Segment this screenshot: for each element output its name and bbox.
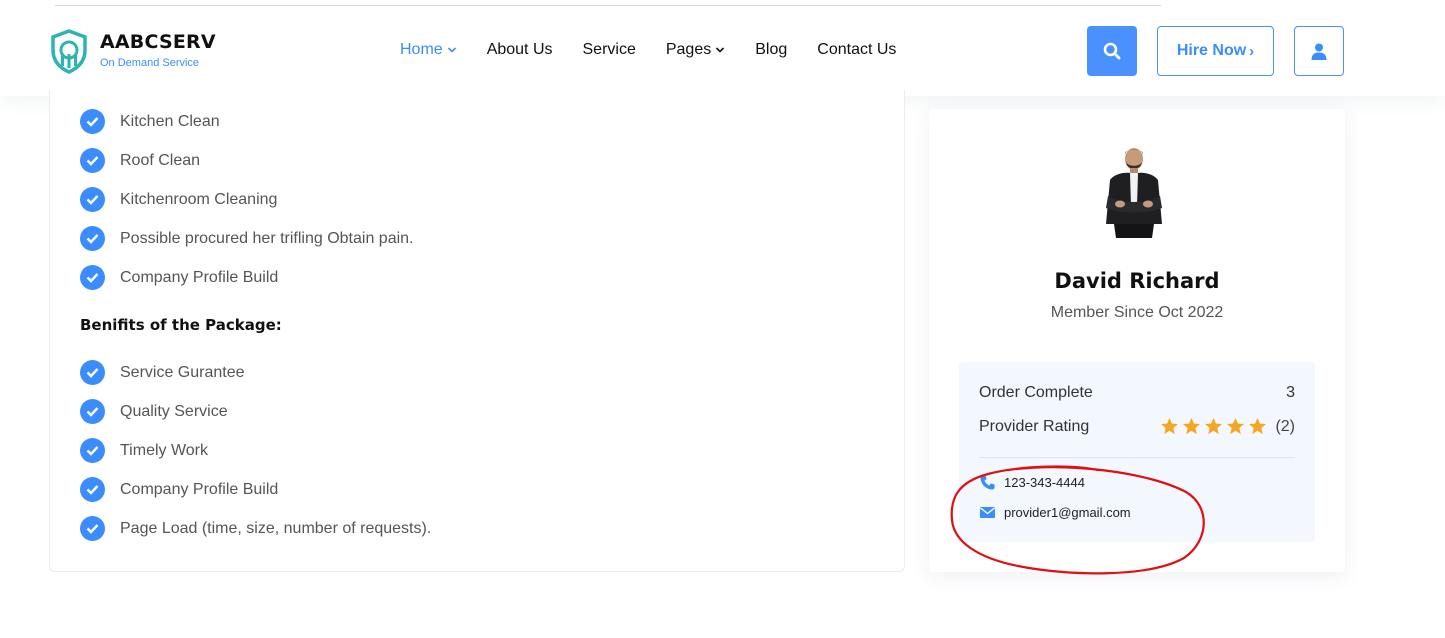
list-item-label: Timely Work	[120, 441, 208, 459]
hire-now-button[interactable]: Hire Now ›	[1157, 26, 1274, 76]
provider-card: David Richard Member Since Oct 2022 Orde…	[929, 109, 1345, 572]
list-item: Service Gurantee	[80, 353, 431, 392]
list-item-label: Company Profile Build	[120, 480, 279, 498]
list-item: Kitchenroom Cleaning	[80, 180, 414, 219]
list-item-label: Roof Clean	[120, 151, 201, 169]
star-icon	[1227, 417, 1245, 435]
rating-stars: (2)	[1160, 417, 1295, 436]
list-item: Kitchen Clean	[80, 102, 414, 141]
list-item: Timely Work	[80, 431, 431, 470]
wrench-shield-logo-icon	[51, 29, 87, 74]
nav-item-contact-us[interactable]: Contact Us	[817, 40, 896, 60]
chevron-right-icon: ›	[1249, 42, 1255, 60]
list-item-label: Company Profile Build	[120, 268, 279, 286]
nav-item-service[interactable]: Service	[583, 40, 636, 60]
check-circle-icon	[80, 109, 105, 134]
brand-name: AABCSERV	[100, 31, 216, 53]
user-account-button[interactable]	[1294, 26, 1344, 76]
nav-item-label: Contact Us	[817, 41, 897, 58]
order-complete-row: Order Complete 3	[979, 384, 1295, 402]
envelope-icon	[980, 507, 995, 518]
nav-item-about-us[interactable]: About Us	[487, 40, 553, 60]
list-item-label: Kitchenroom Cleaning	[120, 190, 278, 208]
user-icon	[1311, 43, 1327, 60]
star-icon	[1183, 417, 1201, 435]
stats-divider	[979, 457, 1295, 458]
provider-phone[interactable]: 123-343-4444	[979, 474, 1085, 491]
search-button[interactable]	[1087, 26, 1137, 76]
benefits-heading: Benifits of the Package:	[80, 316, 282, 334]
rating-count: (2)	[1275, 417, 1295, 435]
package-benefits-list: Service Gurantee Quality Service Timely …	[80, 353, 431, 548]
order-complete-value: 3	[1286, 384, 1295, 401]
package-includes-list: Kitchen Clean Roof Clean Kitchenroom Cle…	[80, 102, 414, 297]
hire-now-label: Hire Now	[1176, 42, 1247, 59]
list-item: Page Load (time, size, number of request…	[80, 509, 431, 548]
check-circle-icon	[80, 438, 105, 463]
list-item-label: Quality Service	[120, 402, 228, 420]
star-icon	[1205, 417, 1223, 435]
nav-item-label: About Us	[486, 41, 553, 58]
nav-item-blog[interactable]: Blog	[755, 40, 787, 60]
nav-item-label: Pages	[665, 41, 712, 58]
list-item: Possible procured her trifling Obtain pa…	[80, 219, 414, 258]
site-header: AABCSERV On Demand Service Home About Us…	[0, 0, 1445, 96]
member-since: Member Since Oct 2022	[1050, 304, 1224, 321]
phone-icon	[980, 475, 995, 490]
star-icon	[1249, 417, 1267, 435]
email-address: provider1@gmail.com	[1004, 505, 1131, 520]
provider-email[interactable]: provider1@gmail.com	[979, 504, 1131, 521]
check-circle-icon	[80, 477, 105, 502]
provider-stats-box: Order Complete 3 Provider Rating (2) 123…	[959, 362, 1315, 542]
check-circle-icon	[80, 148, 105, 173]
star-icon	[1161, 417, 1179, 435]
search-icon	[1103, 42, 1121, 60]
order-complete-label: Order Complete	[979, 384, 1093, 401]
provider-rating-label: Provider Rating	[979, 417, 1090, 435]
chevron-down-icon	[447, 47, 456, 53]
provider-name: David Richard	[1054, 269, 1220, 293]
list-item-label: Possible procured her trifling Obtain pa…	[120, 229, 414, 247]
nav-item-home[interactable]: Home	[400, 40, 457, 60]
list-item-label: Kitchen Clean	[120, 112, 220, 130]
list-item: Roof Clean	[80, 141, 414, 180]
list-item-label: Page Load (time, size, number of request…	[120, 519, 432, 537]
check-circle-icon	[80, 360, 105, 385]
nav-item-label: Service	[582, 41, 636, 58]
list-item: Quality Service	[80, 392, 431, 431]
nav-item-label: Blog	[755, 41, 788, 58]
phone-number: 123-343-4444	[1004, 475, 1085, 490]
list-item: Company Profile Build	[80, 470, 431, 509]
top-divider	[55, 5, 1161, 6]
check-circle-icon	[80, 399, 105, 424]
check-circle-icon	[80, 516, 105, 541]
check-circle-icon	[80, 265, 105, 290]
provider-rating-row: Provider Rating (2)	[979, 417, 1295, 436]
list-item: Company Profile Build	[80, 258, 414, 297]
nav-item-pages[interactable]: Pages	[666, 40, 725, 60]
check-circle-icon	[80, 187, 105, 212]
provider-avatar[interactable]	[1100, 144, 1168, 240]
brand-tagline: On Demand Service	[100, 57, 200, 69]
main-nav: Home About Us Service Pages Blog Contact…	[400, 40, 926, 60]
list-item-label: Service Gurantee	[120, 363, 245, 381]
nav-item-label: Home	[400, 41, 443, 58]
chevron-down-icon	[716, 47, 725, 53]
brand-logo[interactable]: AABCSERV On Demand Service	[48, 28, 216, 74]
check-circle-icon	[80, 226, 105, 251]
